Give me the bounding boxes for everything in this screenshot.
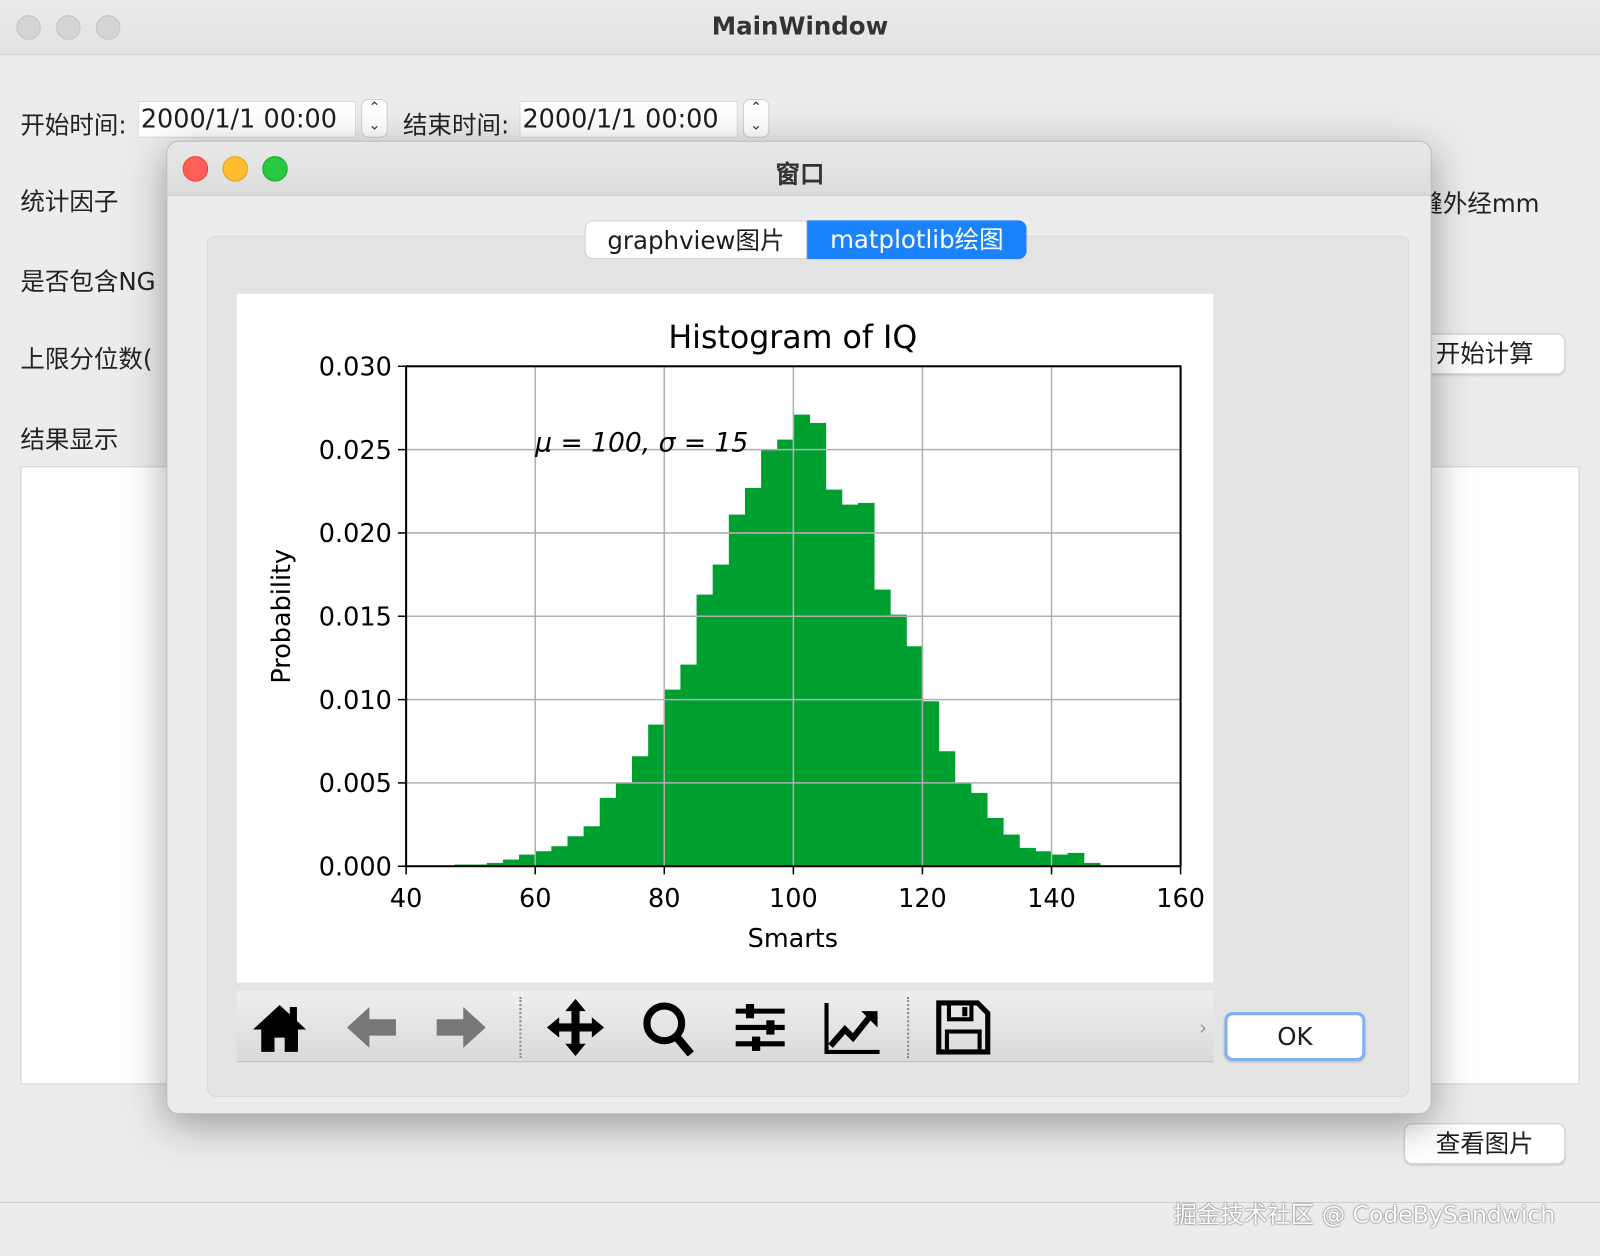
histogram-bar: [793, 414, 811, 867]
end-time-stepper[interactable]: ⌃ ⌄: [742, 98, 770, 138]
histogram-bar: [954, 782, 972, 867]
x-tick-label: 80: [648, 884, 680, 914]
start-time-stepper[interactable]: ⌃ ⌄: [361, 98, 388, 138]
histogram-bar: [599, 797, 617, 867]
start-time-input[interactable]: 2000/1/1 00:00: [137, 101, 357, 138]
histogram-bar: [680, 664, 698, 867]
histogram-bar: [825, 489, 843, 867]
histogram-bar: [696, 594, 714, 867]
x-tick-label: 60: [519, 884, 551, 914]
home-icon[interactable]: [249, 999, 310, 1056]
histogram-bar: [519, 854, 536, 867]
result-label: 结果显示: [20, 425, 119, 455]
histogram-bar: [567, 836, 585, 867]
histogram-bar: [906, 646, 923, 867]
histogram-bar: [970, 792, 988, 867]
toolbar-overflow-icon[interactable]: ›: [1199, 1015, 1207, 1039]
histogram-bar: [648, 724, 665, 867]
y-tick-label: 0.010: [319, 686, 392, 716]
histogram-bar: [535, 851, 552, 867]
histogram-bar: [890, 614, 907, 867]
histogram-bar: [761, 449, 778, 867]
histogram-bar: [938, 751, 956, 867]
histogram-bar: [1051, 854, 1069, 867]
histogram-bar: [1067, 852, 1085, 867]
histogram-bar: [728, 514, 746, 867]
histogram-bar: [986, 817, 1004, 867]
toolbar-separator: [519, 996, 522, 1059]
histogram-bar: [809, 422, 827, 867]
ok-button[interactable]: OK: [1224, 1012, 1366, 1062]
chart-title: Histogram of IQ: [668, 320, 917, 356]
y-tick-label: 0.000: [319, 852, 392, 882]
x-tick-label: 160: [1156, 884, 1205, 914]
histogram-chart: 40 60 80 100 120 140 160 0.000 0.005 0.010 0.015 0.…: [236, 293, 1214, 983]
histogram-bar: [664, 689, 681, 867]
configure-subplots-icon[interactable]: [730, 999, 791, 1056]
histogram-bar: [712, 564, 730, 867]
histogram-bar: [1003, 834, 1020, 867]
edit-axis-icon[interactable]: [820, 999, 881, 1056]
outer-diameter-label: 缝外经mm: [1418, 189, 1540, 219]
include-ng-label: 是否包含NG: [20, 267, 156, 296]
x-tick-label: 100: [769, 884, 818, 914]
histogram-bar: [777, 439, 794, 867]
screen: MainWindow 开始时间: 2000/1/1 00:00 ⌃ ⌄ 结束时间:…: [0, 0, 1600, 1256]
histogram-bar: [744, 487, 762, 867]
histogram-bar: [583, 826, 601, 867]
x-tick-label: 120: [898, 884, 947, 914]
histogram-bar: [615, 782, 633, 867]
histogram-bar: [1035, 851, 1053, 867]
x-tick-label: 40: [390, 884, 422, 914]
upper-quantile-label: 上限分位数(: [20, 344, 153, 374]
stats-annotation: μ = 100, σ = 15: [534, 428, 748, 459]
window-title: MainWindow: [711, 12, 889, 41]
y-tick-label: 0.030: [319, 352, 392, 382]
x-axis-label: Smarts: [748, 924, 838, 954]
histogram-bar: [551, 846, 568, 867]
toolbar-separator: [907, 996, 910, 1059]
save-icon[interactable]: [933, 999, 994, 1056]
pan-icon[interactable]: [545, 998, 606, 1057]
x-tick-label: 140: [1027, 884, 1076, 914]
y-axis-label: Probability: [267, 549, 297, 684]
start-time-label: 开始时间:: [20, 111, 127, 140]
back-icon[interactable]: [341, 999, 402, 1056]
y-tick-label: 0.025: [319, 436, 392, 466]
watermark: 掘金技术社区 @ CodeBySandwich: [1173, 1201, 1556, 1229]
main-titlebar: MainWindow: [0, 0, 1600, 56]
histogram-bar: [857, 502, 875, 867]
dialog-titlebar: 窗口: [167, 141, 1431, 196]
y-tick-label: 0.020: [319, 519, 392, 549]
chart-svg: 40 60 80 100 120 140 160 0.000 0.005 0.010 0.015 0.…: [267, 320, 1205, 954]
zoom-icon[interactable]: [638, 999, 699, 1057]
view-image-button[interactable]: 查看图片: [1404, 1123, 1566, 1165]
histogram-bar: [841, 504, 859, 867]
plot-dialog: 窗口 graphview图片 matplotlib绘图 40 60 80 100 120…: [166, 140, 1432, 1115]
end-time-input[interactable]: 2000/1/1 00:00: [519, 101, 738, 138]
y-tick-label: 0.005: [319, 769, 392, 799]
matplotlib-toolbar: ›: [236, 990, 1214, 1063]
histogram-bar: [874, 589, 891, 867]
end-time-label: 结束时间:: [403, 111, 510, 140]
forward-icon[interactable]: [431, 999, 492, 1056]
y-tick-label: 0.015: [319, 602, 392, 632]
histogram-bar: [632, 756, 649, 867]
histogram-bar: [1019, 847, 1036, 867]
stat-factor-label: 统计因子: [20, 187, 119, 217]
tab-matplotlib[interactable]: matplotlib绘图: [807, 220, 1027, 260]
dialog-title: 窗口: [775, 160, 825, 189]
tab-graphview[interactable]: graphview图片: [584, 220, 808, 260]
histogram-bar: [922, 701, 940, 867]
